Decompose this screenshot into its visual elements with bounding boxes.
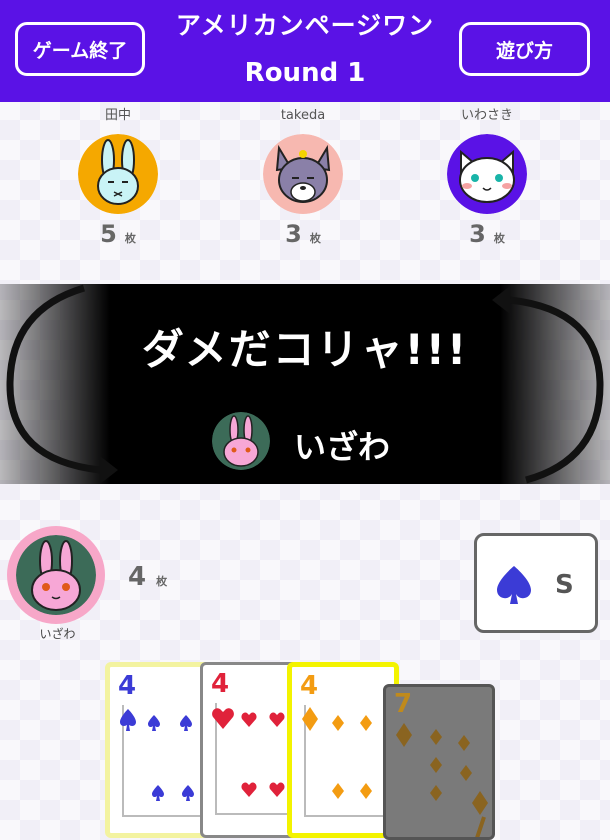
my-name: いざわ: [39, 627, 76, 641]
opponent-card-count: 3枚: [469, 220, 505, 248]
wolf-avatar: [263, 134, 343, 214]
my-card-count: 4枚: [128, 562, 168, 592]
rabbit-avatar: [16, 535, 96, 615]
rabbit-avatar: [78, 134, 158, 214]
turn-direction-arrows-icon: [6, 284, 604, 484]
spade-icon: [497, 566, 531, 604]
current-suit-label: S: [555, 570, 574, 600]
how-to-play-button[interactable]: 遊び方: [459, 22, 590, 76]
hand-card-disabled[interactable]: 7: [383, 684, 495, 840]
card-rank: 4: [211, 669, 230, 699]
top-header: ゲーム終了 アメリカンページワン Round 1 遊び方: [0, 0, 610, 102]
opponent-takeda: takeda 3枚: [248, 106, 358, 248]
cat-avatar: [447, 134, 527, 214]
opponent-tanaka: 田中 5枚: [63, 106, 173, 248]
current-suit-indicator: S: [474, 533, 598, 633]
opponent-card-count: 5枚: [100, 220, 136, 248]
card-rank: 4: [118, 671, 137, 701]
opponent-iwasaki: いわさき 3枚: [432, 106, 542, 248]
card-rank: 7: [394, 689, 413, 719]
diamond-icon: [302, 707, 394, 801]
opponent-card-count: 3枚: [285, 220, 321, 248]
diamond-icon: [396, 723, 488, 837]
opponent-name: いわさき: [460, 108, 513, 123]
opponent-name: 田中: [104, 108, 131, 123]
opponent-name: takeda: [280, 108, 326, 123]
card-rank: 4: [300, 671, 319, 701]
